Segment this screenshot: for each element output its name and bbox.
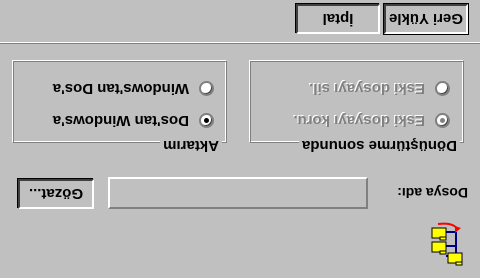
transfer-group-title: Aktarım [160, 137, 222, 154]
windows-to-dos-label: Windows'tan Dos'a [52, 80, 189, 97]
dos-to-windows-radio[interactable]: Dos'tan Windows'a [53, 112, 214, 129]
cancel-button[interactable]: İptal [296, 4, 380, 34]
restore-button[interactable]: Geri Yükle [383, 3, 469, 35]
dialog-window: Dosya adı: Gözat... Dönüştürme sonunda E… [0, 0, 480, 278]
button-bar-separator [0, 42, 480, 44]
conversion-group [250, 61, 464, 143]
windows-to-dos-radio[interactable]: Windows'tan Dos'a [53, 80, 214, 97]
keep-old-file-radio[interactable]: Eski dosyayı koru. [293, 112, 450, 129]
radio-dot [440, 118, 445, 123]
dos-to-windows-label: Dos'tan Windows'a [52, 112, 189, 129]
cancel-button-label: İptal [322, 10, 354, 28]
radio-button [435, 81, 450, 96]
delete-old-file-radio[interactable]: Eski dosyayı sil. [309, 80, 450, 97]
file-name-label: Dosya adı: [397, 185, 468, 201]
transfer-group [13, 61, 227, 143]
browse-button[interactable]: Gözat... [18, 179, 94, 209]
keep-old-file-label: Eski dosyayı koru. [293, 112, 425, 129]
restore-button-label: Geri Yükle [389, 10, 463, 28]
browse-button-label: Gözat... [28, 185, 84, 203]
conversion-group-title: Dönüştürme sonunda [298, 137, 460, 154]
delete-old-file-label: Eski dosyayı sil. [309, 80, 425, 97]
file-name-input[interactable] [110, 179, 366, 207]
radio-button [199, 113, 214, 128]
radio-dot [204, 118, 209, 123]
radio-button [199, 81, 214, 96]
file-name-field[interactable] [108, 177, 368, 209]
folder-tree-icon [428, 222, 464, 266]
radio-button [435, 113, 450, 128]
